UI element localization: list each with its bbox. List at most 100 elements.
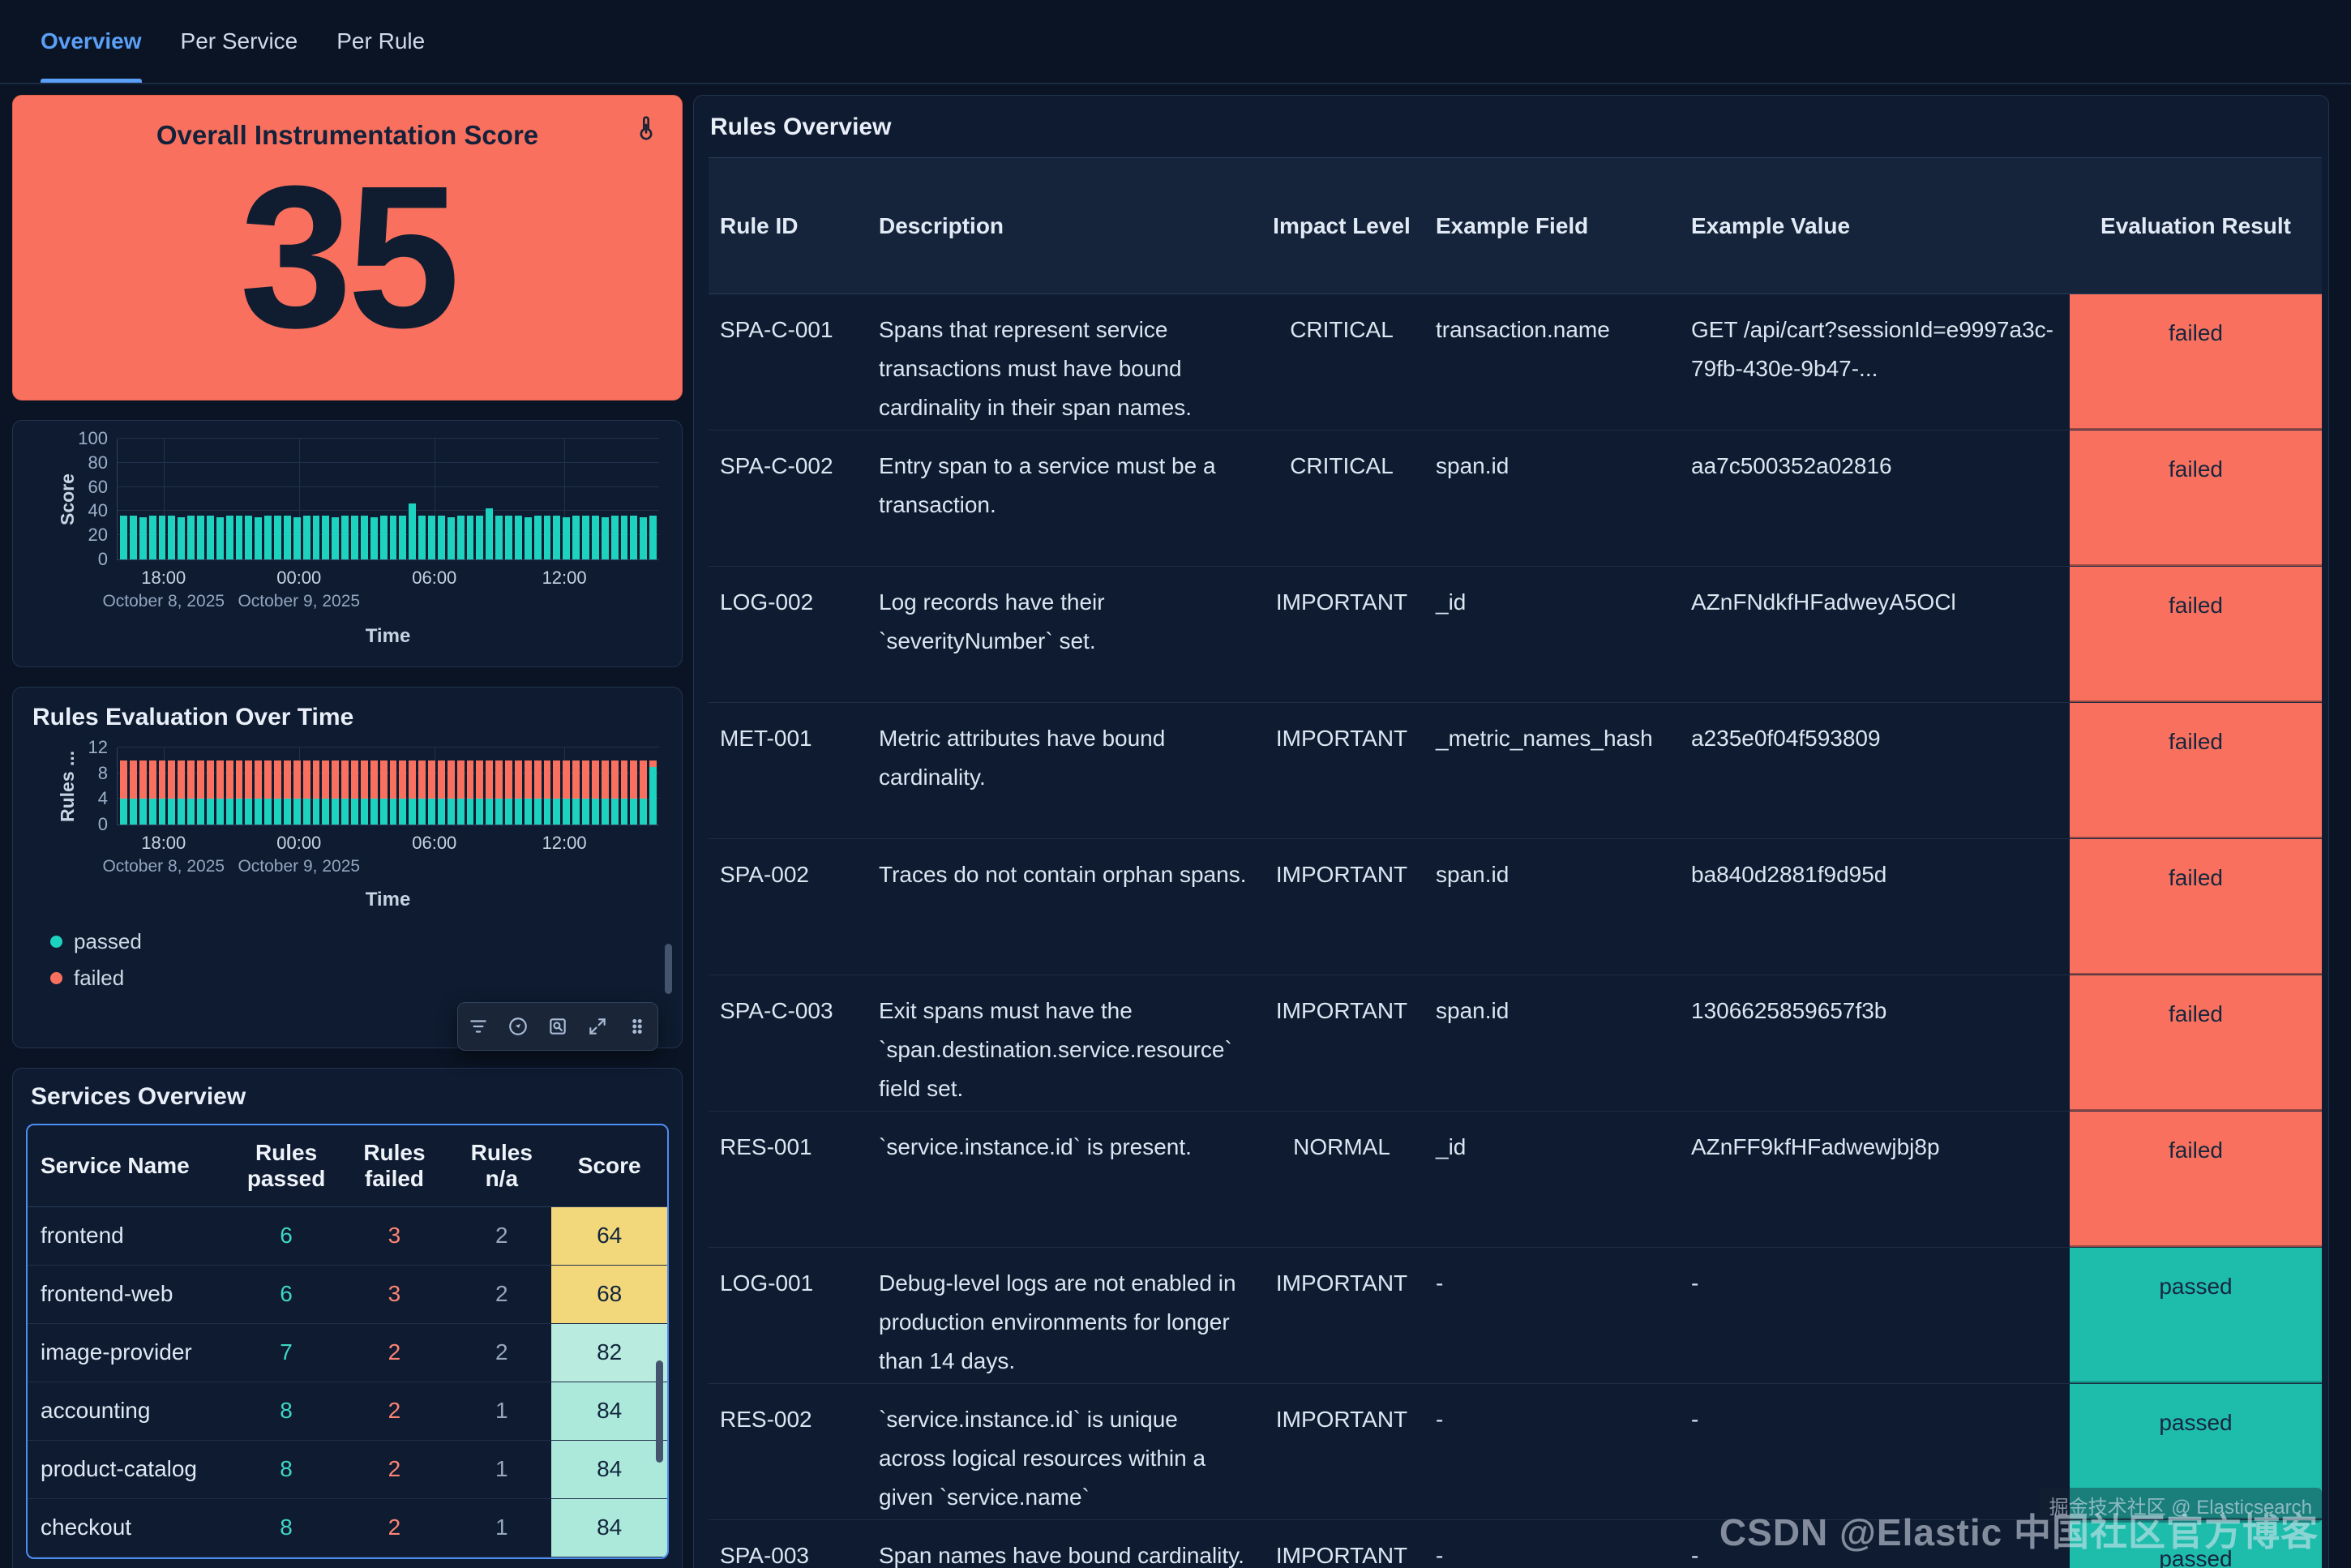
fullscreen-icon[interactable] — [580, 1009, 615, 1044]
rules-passed: 8 — [236, 1440, 337, 1498]
rule-row-log-001[interactable]: LOG-001Debug-level logs are not enabled … — [709, 1248, 2322, 1384]
rules-overview-title: Rules Overview — [710, 114, 2314, 141]
service-name: accounting — [28, 1382, 236, 1440]
chart-bar — [553, 516, 560, 559]
x-axis-title: Time — [117, 889, 659, 911]
service-name: image-provider — [28, 1323, 236, 1382]
rules-na: 1 — [452, 1498, 551, 1557]
chart-bar — [563, 760, 570, 825]
score-badge: 84 — [551, 1382, 667, 1440]
evaluation-result-cell: failed — [2070, 294, 2322, 431]
scrollbar-thumb[interactable] — [656, 1360, 663, 1463]
left-column: Overall Instrumentation Score 35 Score 10… — [12, 95, 683, 1568]
chart-bar — [313, 760, 320, 825]
service-name: checkout — [28, 1498, 236, 1557]
services-panel: Services Overview Service NameRules pass… — [12, 1068, 683, 1568]
legend-item-passed[interactable]: passed — [50, 929, 669, 954]
tab-overview[interactable]: Overview — [41, 0, 142, 83]
chart-bar — [226, 516, 233, 559]
chart-bar — [582, 516, 589, 559]
rule-id-cell: LOG-002 — [709, 567, 867, 703]
service-row-product-catalog[interactable]: product-catalog82184 — [28, 1440, 667, 1498]
example-value-cell: AZnFNdkfHFadweyA5OCl — [1680, 567, 2070, 703]
rule-row-spa-c-001[interactable]: SPA-C-001Spans that represent service tr… — [709, 294, 2322, 431]
chart-bar — [341, 760, 349, 825]
chart-bar — [621, 516, 628, 559]
legend-item-failed[interactable]: failed — [50, 966, 669, 991]
chart-bar — [572, 760, 580, 825]
y-axis-tick: 100 — [78, 428, 108, 449]
chart-bar — [216, 760, 224, 825]
chart-bar — [409, 760, 416, 825]
chart-bar — [341, 516, 349, 559]
chart-bar — [630, 516, 637, 559]
result-badge-failed: failed — [2070, 431, 2322, 566]
chart-bar — [380, 760, 388, 825]
chart-bar — [399, 516, 406, 559]
description-cell: Entry span to a service must be a transa… — [867, 431, 1259, 567]
column-header-example-field[interactable]: Example Field — [1424, 158, 1680, 294]
rule-row-spa-c-002[interactable]: SPA-C-002Entry span to a service must be… — [709, 431, 2322, 567]
chart-bar — [303, 516, 310, 559]
explore-icon[interactable] — [500, 1009, 536, 1044]
chart-bar — [187, 516, 195, 559]
drag-handle-icon[interactable] — [619, 1009, 655, 1044]
column-header-score[interactable]: Score — [551, 1125, 667, 1206]
rule-id-cell: SPA-002 — [709, 839, 867, 975]
service-row-accounting[interactable]: accounting82184 — [28, 1382, 667, 1440]
y-axis-tick: 20 — [88, 525, 108, 546]
rule-row-spa-c-003[interactable]: SPA-C-003Exit spans must have the `span.… — [709, 975, 2322, 1112]
chart-bar — [592, 516, 599, 559]
chart-bar — [236, 516, 243, 559]
description-cell: `service.instance.id` is unique across l… — [867, 1384, 1259, 1520]
chart-bar — [602, 760, 609, 825]
chart-bar — [139, 760, 147, 825]
rule-row-met-001[interactable]: MET-001Metric attributes have bound card… — [709, 703, 2322, 839]
services-table-container: Service NameRules passedRules failedRule… — [26, 1124, 669, 1559]
chart-bar — [390, 760, 397, 825]
service-name: product-catalog — [28, 1440, 236, 1498]
service-row-checkout[interactable]: checkout82184 — [28, 1498, 667, 1557]
service-name: frontend — [28, 1206, 236, 1265]
column-header-rules-n-a[interactable]: Rules n/a — [452, 1125, 551, 1206]
service-row-image-provider[interactable]: image-provider72282 — [28, 1323, 667, 1382]
result-badge-failed: failed — [2070, 703, 2322, 838]
column-header-rules-failed[interactable]: Rules failed — [337, 1125, 452, 1206]
scrollbar-thumb[interactable] — [665, 944, 672, 994]
chart-bar — [351, 516, 358, 559]
rule-row-spa-002[interactable]: SPA-002Traces do not contain orphan span… — [709, 839, 2322, 975]
evaluation-result-cell: failed — [2070, 431, 2322, 567]
impact-level-cell: IMPORTANT — [1259, 1520, 1424, 1568]
column-header-service-name[interactable]: Service Name — [28, 1125, 236, 1206]
chart-bar — [207, 760, 214, 825]
score-badge: 84 — [551, 1441, 667, 1498]
tab-per-service[interactable]: Per Service — [181, 0, 298, 83]
impact-level-cell: CRITICAL — [1259, 431, 1424, 567]
rule-id-cell: RES-002 — [709, 1384, 867, 1520]
services-table: Service NameRules passedRules failedRule… — [28, 1125, 667, 1557]
watermark-main: CSDN @Elastic 中国社区官方博客 — [1719, 1503, 2319, 1557]
example-field-cell: span.id — [1424, 839, 1680, 975]
column-header-rules-passed[interactable]: Rules passed — [236, 1125, 337, 1206]
chart-bar — [505, 516, 512, 559]
service-row-frontend[interactable]: frontend63264 — [28, 1206, 667, 1265]
column-header-impact-level[interactable]: Impact Level — [1259, 158, 1424, 294]
column-header-example-value[interactable]: Example Value — [1680, 158, 2070, 294]
rule-row-log-002[interactable]: LOG-002Log records have their `severityN… — [709, 567, 2322, 703]
service-name: frontend-web — [28, 1265, 236, 1323]
filter-icon[interactable] — [460, 1009, 496, 1044]
column-header-evaluation-result[interactable]: Evaluation Result — [2070, 158, 2322, 294]
dashboard-content: Overall Instrumentation Score 35 Score 10… — [12, 95, 2329, 1568]
chart-bar — [399, 760, 406, 825]
column-header-rule-id[interactable]: Rule ID — [709, 158, 867, 294]
overall-score-panel: Overall Instrumentation Score 35 — [12, 95, 683, 401]
result-badge-failed: failed — [2070, 839, 2322, 975]
tab-per-rule[interactable]: Per Rule — [336, 0, 425, 83]
service-row-frontend-web[interactable]: frontend-web63268 — [28, 1265, 667, 1323]
column-header-description[interactable]: Description — [867, 158, 1259, 294]
example-value-cell: 1306625859657f3b — [1680, 975, 2070, 1112]
score-cell: 68 — [551, 1265, 667, 1323]
rule-row-res-001[interactable]: RES-001`service.instance.id` is present.… — [709, 1112, 2322, 1248]
rule-id-cell: SPA-C-003 — [709, 975, 867, 1112]
inspect-icon[interactable] — [540, 1009, 576, 1044]
